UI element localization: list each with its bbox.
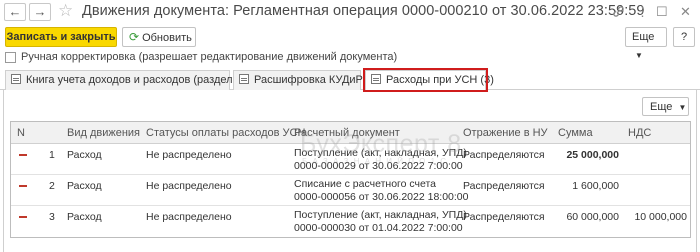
table-row[interactable]: 2 Расход Не распределено Списание с расч… (11, 175, 690, 206)
manual-edit-checkbox[interactable] (5, 52, 16, 63)
maximize-icon[interactable]: ☐ (656, 5, 668, 19)
column-header[interactable]: Сумма (558, 127, 593, 139)
column-header[interactable]: Вид движения (67, 127, 140, 139)
minus-icon (19, 154, 27, 156)
register-icon (11, 74, 21, 84)
payment-status: Не распределено (146, 211, 232, 223)
more-menu-icon[interactable]: ⋮ (636, 5, 649, 19)
amount: 1 600,000 (572, 180, 619, 192)
minus-icon (19, 216, 27, 218)
tax-reflection: Распределяются (463, 211, 545, 223)
dropdown-arrow-icon: ▼ (635, 51, 643, 60)
back-arrow-icon: ← (8, 4, 22, 19)
manual-edit-label: Ручная корректировка (разрешает редактир… (21, 51, 398, 63)
column-header[interactable]: Статусы оплаты расходов УСН (146, 127, 305, 139)
watermark-logo: БухЭксперт 8 (300, 130, 462, 158)
favorite-star-icon[interactable]: ☆ (58, 2, 73, 20)
column-header[interactable]: N (17, 127, 25, 139)
amount: 25 000,000 (566, 149, 619, 161)
movement-type: Расход (67, 180, 102, 192)
table-more-button[interactable]: Еще ▼ (642, 97, 689, 116)
window-title: Движения документа: Регламентная операци… (82, 3, 645, 19)
watermark-subtitle: Б А З А З Н А Н И Й П О 1 С (302, 157, 448, 166)
payment-status: Не распределено (146, 180, 232, 192)
minus-icon (19, 185, 27, 187)
forward-button[interactable]: → (29, 3, 51, 21)
settlement-doc-line1: Списание с расчетного счета (294, 178, 437, 190)
amount: 60 000,000 (566, 211, 619, 223)
tax-reflection: Распределяются (463, 149, 545, 161)
column-header[interactable]: Отражение в НУ (463, 127, 548, 139)
more-label: Еще (632, 31, 655, 43)
forward-arrow-icon: → (33, 4, 47, 19)
close-icon[interactable]: ✕ (680, 5, 691, 19)
movement-type: Расход (67, 149, 102, 161)
row-number: 1 (49, 149, 55, 161)
payment-status: Не распределено (146, 149, 232, 161)
title-bar: ← → ☆ Движения документа: Регламентная о… (0, 0, 700, 25)
tax-reflection: Распределяются (463, 180, 545, 192)
help-button[interactable]: ? (673, 27, 695, 47)
settlement-doc-line2: 0000-000056 от 30.06.2022 18:00:00 (294, 191, 469, 203)
back-button[interactable]: ← (4, 3, 26, 21)
post-and-close-button[interactable]: Записать и закрыть (5, 27, 117, 47)
table-row[interactable]: 3 Расход Не распределено Поступление (ак… (11, 206, 690, 237)
refresh-label: Обновить (142, 32, 192, 44)
active-tab-highlight (363, 68, 488, 92)
tab-label: Расшифровка КУДиР (4) (254, 74, 380, 86)
refresh-icon: ⟳ (129, 30, 140, 44)
settlement-doc-line1: Поступление (акт, накладная, УПД) (294, 209, 467, 221)
row-number: 3 (49, 211, 55, 223)
link-icon[interactable] (612, 5, 625, 21)
more-label: Еще (650, 101, 673, 113)
movement-type: Расход (67, 211, 102, 223)
tab-label: Книга учета доходов и расходов (раздел I… (26, 74, 259, 86)
vat: 10 000,000 (634, 211, 687, 223)
register-icon (239, 74, 249, 84)
row-number: 2 (49, 180, 55, 192)
settlement-doc-line2: 0000-000030 от 01.04.2022 7:00:00 (294, 222, 463, 234)
tab-income-expense-book[interactable]: Книга учета доходов и расходов (раздел I… (5, 70, 259, 90)
dropdown-arrow-icon: ▼ (678, 103, 687, 112)
more-button[interactable]: Еще ▼ (625, 27, 667, 60)
column-header[interactable]: НДС (628, 127, 651, 139)
refresh-button[interactable]: ⟳ Обновить (122, 27, 196, 47)
tab-kudir-breakdown[interactable]: Расшифровка КУДиР (4) (233, 70, 379, 90)
